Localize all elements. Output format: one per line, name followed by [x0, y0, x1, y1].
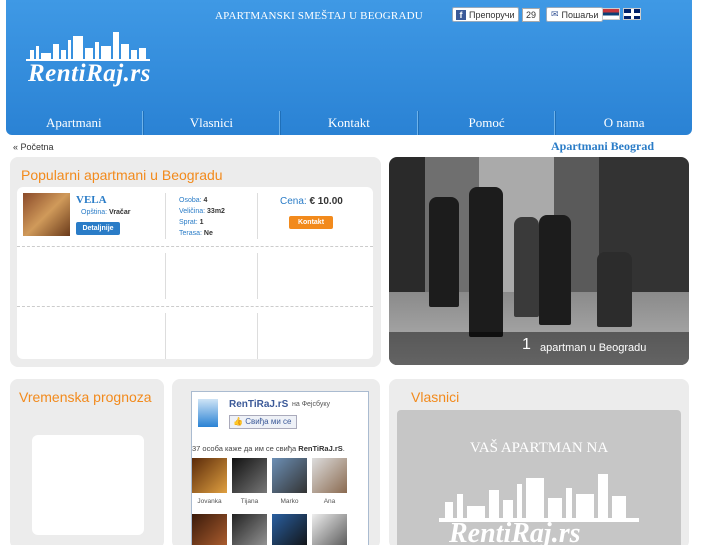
fan-avatar[interactable] [312, 514, 347, 545]
fan-name[interactable]: Tijana [232, 498, 267, 505]
english-flag-icon[interactable] [623, 8, 641, 20]
site-logo-text[interactable]: RentiRaj.rs [28, 60, 151, 88]
fan-name[interactable]: Ana [312, 498, 347, 505]
apartment-specs: Osoba: 4 Veličina: 33m2 Sprat: 1 Terasa:… [179, 197, 225, 237]
facebook-panel: RenTiRaJ.rS на Фејсбуку 👍 Свиђа ми се 37… [172, 379, 380, 545]
send-icon: ✉ [551, 9, 559, 19]
facebook-icon: f [456, 9, 466, 20]
send-button[interactable]: ✉ Пошаљи [546, 7, 604, 22]
send-label: Пошаљи [561, 9, 599, 20]
fan-avatar[interactable] [232, 514, 267, 545]
thumbs-up-icon: 👍 [233, 417, 243, 426]
fan-name[interactable]: Jovanka [192, 498, 227, 505]
fan-avatar[interactable] [192, 514, 227, 545]
apartment-row-empty [17, 247, 373, 307]
facebook-like-button[interactable]: 👍 Свиђа ми се [229, 415, 297, 429]
photo-caption: apartman u Beogradu [540, 342, 647, 354]
fan-name[interactable]: Marko [272, 498, 307, 505]
apartment-row: VELA Opština: Vračar Detaljnije Osoba: 4… [17, 187, 373, 247]
fan-avatar[interactable] [272, 458, 307, 493]
section-title-apartmani-beograd: Apartmani Beograd [551, 139, 654, 153]
weather-title: Vremenska prognoza [19, 389, 152, 405]
breadcrumb[interactable]: « Početna [13, 142, 54, 152]
details-button[interactable]: Detaljnije [76, 222, 120, 235]
page-avatar[interactable] [198, 399, 218, 427]
featured-photo[interactable]: 1 apartman u Beogradu [389, 157, 689, 365]
contact-button[interactable]: Kontakt [289, 216, 333, 229]
apartment-thumbnail[interactable] [23, 193, 70, 236]
site-tagline: APARTMANSKI SMEŠTAJ U BEOGRADU [215, 10, 423, 22]
facebook-page-name[interactable]: RenTiRaJ.rS [229, 399, 288, 410]
apartment-name[interactable]: VELA [76, 194, 107, 206]
nav-apartmani[interactable]: Apartmani [6, 111, 143, 135]
owners-banner[interactable]: VAŠ APARTMAN NA RentiRaj.rs [397, 410, 681, 545]
fan-avatar[interactable] [312, 458, 347, 493]
recommend-label: Препоручи [469, 9, 515, 20]
nav-o-nama[interactable]: O nama [555, 111, 692, 135]
recommend-button[interactable]: f Препоручи [452, 7, 520, 22]
apartments-list: VELA Opština: Vračar Detaljnije Osoba: 4… [17, 187, 373, 359]
fan-avatar[interactable] [192, 458, 227, 493]
owners-title: Vlasnici [411, 389, 460, 405]
weather-widget [32, 435, 144, 535]
fan-avatar[interactable] [232, 458, 267, 493]
serbian-flag-icon[interactable] [602, 8, 620, 20]
apartment-row-empty [17, 307, 373, 367]
apartment-area: Opština: Vračar [81, 209, 131, 216]
facebook-on-label: на Фејсбуку [292, 401, 330, 408]
popular-title: Popularni apartmani u Beogradu [21, 167, 223, 183]
weather-panel: Vremenska prognoza [10, 379, 164, 545]
owners-panel: Vlasnici VAŠ APARTMAN NA RentiRaj.rs [389, 379, 689, 545]
recommend-count: 29 [522, 8, 541, 22]
popular-apartments-panel: Popularni apartmani u Beogradu VELA Opšt… [10, 157, 381, 367]
facebook-like-count: 37 особа каже да им се свиђа RenTiRaJ.rS… [192, 444, 345, 453]
photo-number: 1 [522, 336, 531, 353]
apartment-price: Cena: € 10.00 [280, 196, 343, 207]
nav-kontakt[interactable]: Kontakt [280, 111, 418, 135]
owners-banner-text: VAŠ APARTMAN NA [469, 440, 609, 456]
nav-pomoc[interactable]: Pomoć [417, 111, 556, 135]
nav-vlasnici[interactable]: Vlasnici [142, 111, 281, 135]
owners-banner-logo: RentiRaj.rs [449, 518, 581, 545]
main-nav: Apartmani Vlasnici Kontakt Pomoć O nama [6, 111, 692, 135]
skyline-icon [439, 474, 639, 522]
fan-avatar[interactable] [272, 514, 307, 545]
facebook-like-box: RenTiRaJ.rS на Фејсбуку 👍 Свиђа ми се 37… [191, 391, 369, 545]
